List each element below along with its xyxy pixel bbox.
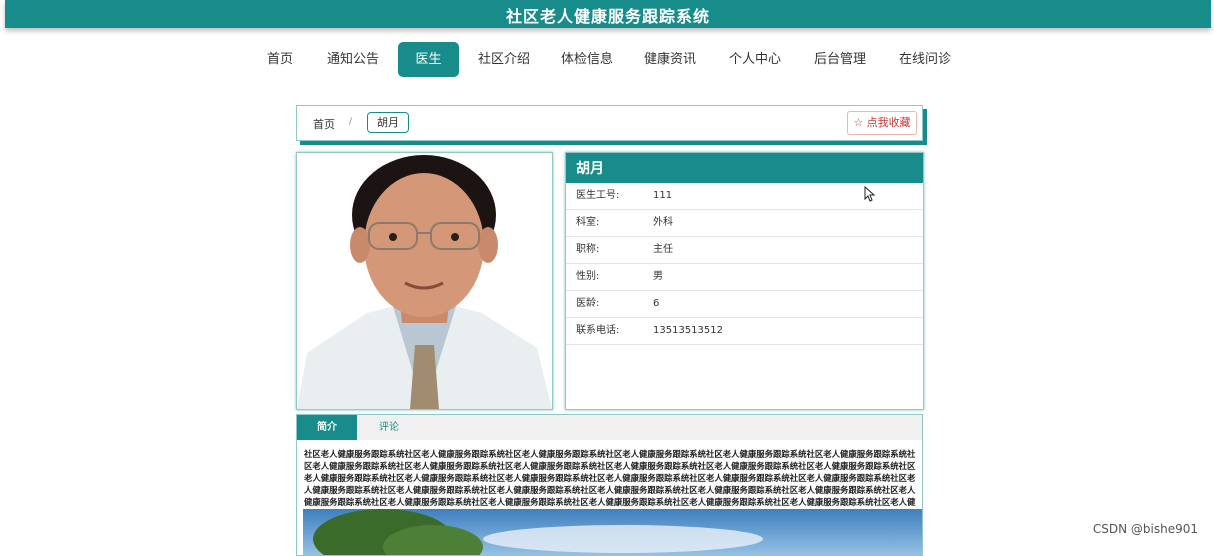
info-row: 性别: 男 xyxy=(566,264,923,291)
info-value: 111 xyxy=(653,190,673,201)
info-value: 6 xyxy=(653,298,660,309)
nav-item-health-news[interactable]: 健康资讯 xyxy=(637,42,703,77)
info-row: 科室: 外科 xyxy=(566,210,923,237)
info-value: 男 xyxy=(653,271,663,282)
info-label: 科室: xyxy=(576,217,600,228)
breadcrumb-current: 胡月 xyxy=(367,112,409,133)
info-value: 13513513512 xyxy=(653,325,723,336)
site-title: 社区老人健康服务跟踪系统 xyxy=(505,7,710,26)
doctor-photo xyxy=(296,152,553,410)
doctor-name: 胡月 xyxy=(566,153,923,183)
info-value: 外科 xyxy=(653,217,673,228)
nav-item-checkup[interactable]: 体检信息 xyxy=(554,42,620,77)
nav-item-notices[interactable]: 通知公告 xyxy=(320,42,386,77)
nav-item-admin[interactable]: 后台管理 xyxy=(807,42,873,77)
info-label: 性别: xyxy=(576,271,600,282)
nav-item-doctors[interactable]: 医生 xyxy=(398,42,459,77)
breadcrumb: 首页 / 胡月 ☆ 点我收藏 xyxy=(296,105,923,141)
main-nav: 首页 通知公告 医生 社区介绍 体检信息 健康资讯 个人中心 后台管理 在线问诊 xyxy=(0,42,1214,78)
site-header: 社区老人健康服务跟踪系统 xyxy=(5,0,1211,28)
nav-item-consult[interactable]: 在线问诊 xyxy=(892,42,958,77)
nav-item-profile[interactable]: 个人中心 xyxy=(722,42,788,77)
info-label: 职称: xyxy=(576,244,600,255)
breadcrumb-separator: / xyxy=(349,117,353,127)
info-value: 主任 xyxy=(653,244,673,255)
intro-text: 社区老人健康服务跟踪系统社区老人健康服务跟踪系统社区老人健康服务跟踪系统社区老人… xyxy=(304,449,916,507)
info-label: 医生工号: xyxy=(576,190,620,201)
detail-tabs-panel: 简介 评论 社区老人健康服务跟踪系统社区老人健康服务跟踪系统社区老人健康服务跟踪… xyxy=(296,414,923,556)
tab-bar: 简介 评论 xyxy=(297,415,922,440)
info-row: 联系电话: 13513513512 xyxy=(566,318,923,345)
breadcrumb-home[interactable]: 首页 xyxy=(313,116,335,132)
info-row: 医龄: 6 xyxy=(566,291,923,318)
intro-image xyxy=(303,509,922,555)
info-row: 职称: 主任 xyxy=(566,237,923,264)
nav-item-community[interactable]: 社区介绍 xyxy=(471,42,537,77)
favorite-button[interactable]: ☆ 点我收藏 xyxy=(847,111,917,135)
tab-comments[interactable]: 评论 xyxy=(359,415,419,440)
info-label: 联系电话: xyxy=(576,325,620,336)
info-label: 医龄: xyxy=(576,298,600,309)
tab-intro[interactable]: 简介 xyxy=(297,415,357,440)
nav-item-home[interactable]: 首页 xyxy=(258,42,302,77)
mouse-cursor-icon xyxy=(864,185,876,206)
watermark: CSDN @bishe901 xyxy=(1092,522,1198,536)
